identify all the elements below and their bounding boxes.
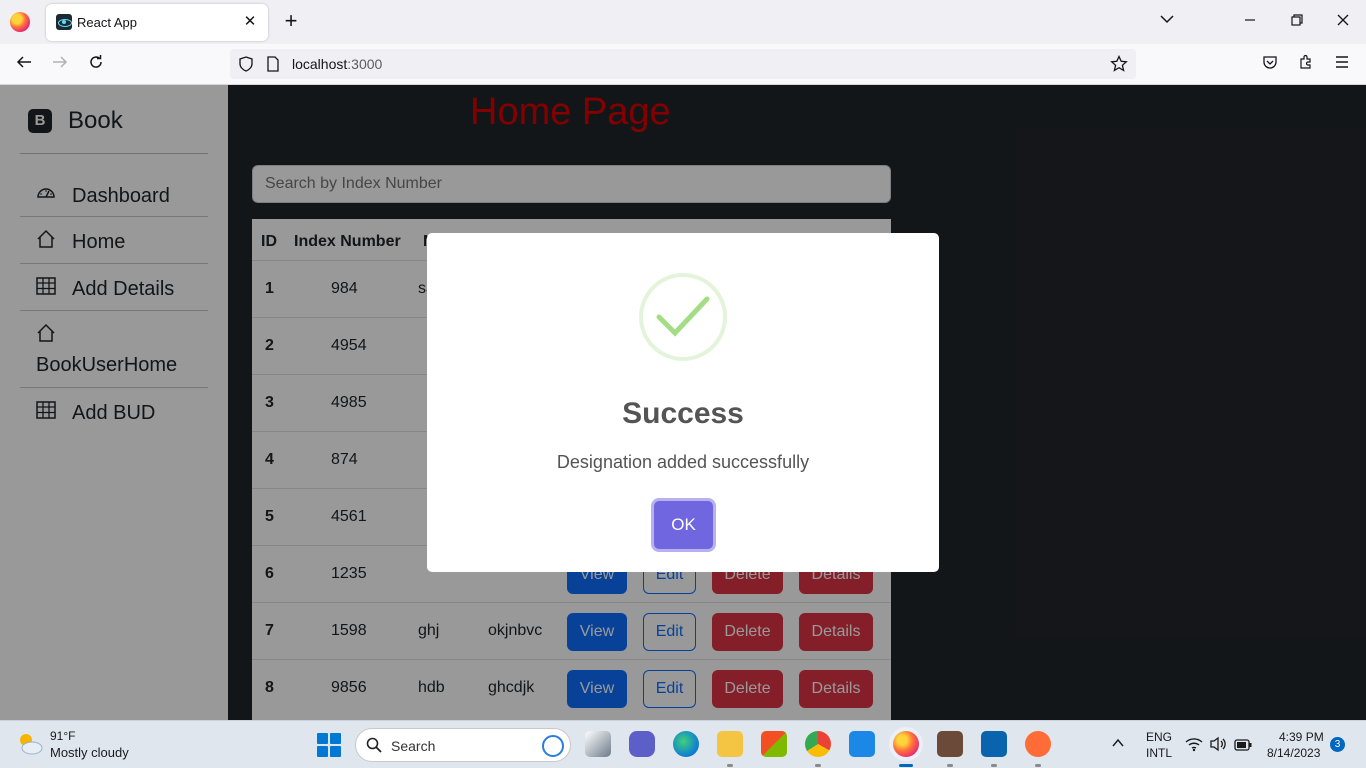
running-indicator — [1035, 764, 1041, 767]
react-favicon-icon — [56, 14, 72, 30]
firefox-browser-icon[interactable] — [893, 731, 919, 757]
weather-cloud-icon[interactable] — [16, 731, 44, 757]
running-indicator — [991, 764, 997, 767]
list-all-tabs-chevron-icon[interactable] — [1155, 10, 1179, 34]
mail-icon[interactable] — [849, 731, 875, 757]
clock-date[interactable]: 8/14/2023 — [1267, 746, 1320, 760]
browser-navigation-bar: localhost:3000 — [0, 44, 1366, 85]
active-app-indicator — [899, 764, 913, 767]
new-tab-plus-icon[interactable]: + — [280, 10, 302, 32]
clock-time[interactable]: 4:39 PM — [1279, 730, 1324, 744]
task-view-icon[interactable] — [585, 731, 611, 757]
dialog-title: Success — [622, 397, 744, 430]
taskbar-search-box[interactable]: Search — [355, 728, 571, 762]
chrome-browser-icon[interactable] — [805, 731, 831, 757]
windows-taskbar: 91°F Mostly cloudy Search ENG INTL 4:39 … — [0, 720, 1366, 768]
edge-browser-icon[interactable] — [673, 731, 699, 757]
running-indicator — [947, 764, 953, 767]
back-arrow-icon[interactable] — [12, 53, 36, 77]
browser-tab[interactable]: React App ✕ — [46, 4, 268, 41]
weather-description[interactable]: Mostly cloudy — [50, 745, 129, 760]
show-hidden-icons-chevron-icon[interactable] — [1110, 735, 1126, 756]
microsoft-store-icon[interactable] — [761, 731, 787, 757]
url-text: localhost:3000 — [292, 56, 383, 72]
bookmark-star-icon[interactable] — [1110, 54, 1128, 78]
shield-icon[interactable] — [238, 56, 254, 77]
volume-icon[interactable] — [1209, 736, 1227, 757]
tab-title: React App — [77, 15, 137, 30]
weather-temperature[interactable]: 91°F — [50, 729, 75, 743]
dialog-message: Designation added successfully — [556, 452, 810, 472]
file-explorer-icon[interactable] — [717, 731, 743, 757]
close-tab-icon[interactable]: ✕ — [240, 12, 260, 32]
hamburger-menu-icon[interactable] — [1330, 53, 1354, 77]
windows-start-icon[interactable] — [317, 733, 341, 757]
app-icon[interactable] — [937, 731, 963, 757]
running-indicator — [727, 764, 733, 767]
page-info-icon[interactable] — [266, 56, 280, 77]
vscode-icon[interactable] — [981, 731, 1007, 757]
search-icon — [366, 737, 382, 758]
wifi-icon[interactable] — [1185, 736, 1203, 757]
bing-icon[interactable] — [542, 735, 564, 757]
running-indicator — [815, 764, 821, 767]
pocket-icon[interactable] — [1258, 53, 1282, 77]
ok-button[interactable]: OK — [654, 501, 713, 549]
address-bar[interactable]: localhost:3000 — [230, 49, 1136, 79]
firefox-menu-icon[interactable] — [10, 12, 30, 32]
extensions-puzzle-icon[interactable] — [1294, 53, 1318, 77]
taskbar-search-label: Search — [391, 738, 436, 754]
battery-icon[interactable] — [1234, 738, 1252, 756]
minimize-window-icon[interactable] — [1238, 10, 1262, 34]
postman-icon[interactable] — [1025, 731, 1051, 757]
reload-icon[interactable] — [84, 53, 108, 77]
language-secondary[interactable]: INTL — [1146, 746, 1172, 760]
teams-chat-icon[interactable] — [629, 731, 655, 757]
success-check-icon — [639, 273, 727, 361]
success-dialog: Success Designation added successfully O… — [427, 233, 939, 572]
browser-tab-strip: React App ✕ + — [0, 0, 1366, 44]
forward-arrow-icon[interactable] — [48, 53, 72, 77]
close-window-icon[interactable] — [1331, 10, 1355, 34]
restore-window-icon[interactable] — [1285, 10, 1309, 34]
language-primary[interactable]: ENG — [1146, 730, 1172, 744]
notification-badge[interactable]: 3 — [1330, 737, 1345, 752]
